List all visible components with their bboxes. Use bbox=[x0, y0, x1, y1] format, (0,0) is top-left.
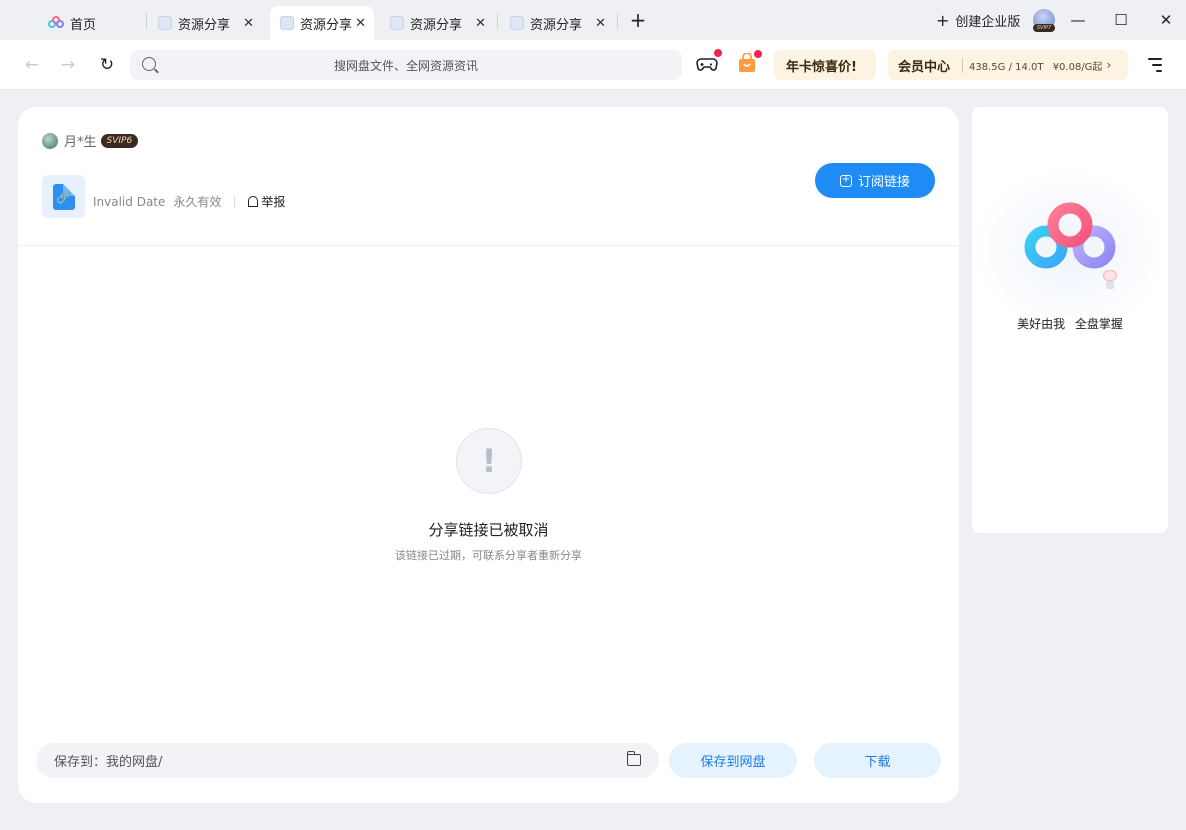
tab-label: 资源分享 bbox=[178, 17, 231, 33]
search-placeholder: 搜网盘文件、全网资源资讯 bbox=[333, 58, 478, 73]
title-bar: 首页 资源分享 ✕ 资源分享 ✕ 资源分享 ✕ 资源分享 ✕ + + 创建企业版… bbox=[0, 0, 1186, 40]
close-icon[interactable]: ✕ bbox=[355, 16, 366, 31]
add-box-icon: + bbox=[839, 173, 852, 187]
tab-resource-share[interactable]: 资源分享 ✕ bbox=[380, 6, 496, 40]
share-date: Invalid Date bbox=[93, 194, 166, 209]
storage-usage: 438.5G / 14.0T bbox=[969, 61, 1044, 73]
error-subtitle: 该链接已过期，可联系分享者重新分享 bbox=[395, 549, 582, 562]
exclamation-icon: ! bbox=[456, 428, 522, 494]
divider bbox=[234, 195, 236, 208]
baidu-netdisk-logo-icon bbox=[1024, 202, 1116, 269]
create-enterprise-label: 创建企业版 bbox=[955, 15, 1021, 30]
search-icon bbox=[142, 57, 156, 71]
refresh-icon[interactable]: ↻ bbox=[96, 54, 118, 76]
report-label: 举报 bbox=[261, 195, 286, 209]
mascot-icon bbox=[1103, 270, 1119, 290]
share-meta: Invalid Date 永久有效 举报 bbox=[93, 193, 285, 210]
save-path-field[interactable]: 保存到：我的网盘/ bbox=[36, 743, 659, 778]
baidu-netdisk-logo-icon bbox=[48, 16, 64, 30]
vip-center-label: 会员中心 bbox=[898, 59, 951, 75]
side-promo-panel: 美好由我 全盘掌握 bbox=[972, 107, 1168, 533]
close-icon[interactable]: ✕ bbox=[243, 16, 254, 31]
user-avatar[interactable]: SVIP7 bbox=[1033, 9, 1055, 32]
owner-name: 月*生 bbox=[64, 135, 97, 150]
close-window-button[interactable]: ✕ bbox=[1154, 8, 1178, 32]
tab-separator bbox=[617, 13, 618, 29]
subscribe-link-button[interactable]: + 订阅链接 bbox=[815, 163, 935, 198]
page-icon bbox=[390, 16, 404, 30]
plus-icon: + bbox=[936, 11, 950, 30]
create-enterprise-button[interactable]: + 创建企业版 bbox=[936, 11, 1020, 30]
folder-icon[interactable] bbox=[626, 751, 641, 766]
owner-avatar bbox=[42, 132, 58, 149]
tab-separator bbox=[497, 13, 498, 29]
save-path-text: 保存到：我的网盘/ bbox=[54, 755, 163, 770]
tab-home[interactable]: 首页 bbox=[38, 6, 146, 40]
search-input[interactable]: 搜网盘文件、全网资源资讯 bbox=[130, 50, 682, 80]
share-link-file-icon: 🔗 bbox=[42, 175, 85, 218]
vip-center-button[interactable]: 会员中心 438.5G / 14.0T ¥0.08/G起 › bbox=[888, 50, 1128, 80]
toolbar: ← → ↻ 搜网盘文件、全网资源资讯 年卡惊喜价! 会员中心 438.5G / … bbox=[0, 40, 1186, 90]
share-detail-card: 月*生 SVIP6 🔗 Invalid Date 永久有效 举报 + 订阅链接 … bbox=[18, 107, 959, 803]
subscribe-label: 订阅链接 bbox=[857, 175, 910, 190]
tab-label: 资源分享 bbox=[530, 17, 583, 33]
forward-arrow-icon[interactable]: → bbox=[57, 54, 79, 76]
annual-card-promo-button[interactable]: 年卡惊喜价! bbox=[774, 50, 876, 80]
tab-label: 首页 bbox=[70, 17, 97, 33]
download-button[interactable]: 下载 bbox=[814, 743, 941, 778]
menu-icon[interactable] bbox=[1148, 58, 1162, 76]
svip-level-badge: SVIP7 bbox=[1033, 24, 1055, 32]
notification-dot bbox=[754, 50, 762, 58]
share-validity: 永久有效 bbox=[173, 195, 222, 209]
report-button[interactable]: 举报 bbox=[248, 193, 285, 210]
share-owner: 月*生 SVIP6 bbox=[42, 131, 139, 150]
storage-price: ¥0.08/G起 bbox=[1052, 61, 1103, 73]
tab-resource-share[interactable]: 资源分享 ✕ bbox=[500, 6, 616, 40]
vip-storage-info: 438.5G / 14.0T ¥0.08/G起 bbox=[962, 57, 1103, 73]
tab-label: 资源分享 bbox=[300, 17, 353, 33]
tab-resource-share-active[interactable]: 资源分享 ✕ bbox=[270, 6, 374, 40]
error-title: 分享链接已被取消 bbox=[428, 521, 549, 539]
maximize-button[interactable]: ☐ bbox=[1109, 8, 1133, 32]
tab-resource-share[interactable]: 资源分享 ✕ bbox=[148, 6, 264, 40]
notification-dot bbox=[714, 49, 722, 57]
page-icon bbox=[280, 16, 294, 30]
save-to-netdisk-button[interactable]: 保存到网盘 bbox=[669, 743, 797, 778]
tab-separator bbox=[146, 13, 147, 29]
close-icon[interactable]: ✕ bbox=[475, 16, 486, 31]
owner-svip-badge: SVIP6 bbox=[100, 133, 139, 148]
side-tagline: 美好由我 全盘掌握 bbox=[1017, 317, 1123, 331]
new-tab-button[interactable]: + bbox=[626, 8, 650, 32]
back-arrow-icon[interactable]: ← bbox=[21, 54, 43, 76]
gamepad-icon[interactable] bbox=[696, 49, 722, 73]
report-icon bbox=[248, 196, 259, 207]
gift-bag-icon[interactable] bbox=[738, 50, 762, 73]
tab-label: 资源分享 bbox=[410, 17, 463, 33]
close-icon[interactable]: ✕ bbox=[595, 16, 606, 31]
page-icon bbox=[158, 16, 172, 30]
chevron-right-icon: › bbox=[1106, 58, 1112, 72]
header-divider bbox=[18, 245, 959, 246]
page-icon bbox=[510, 16, 524, 30]
promo-label: 年卡惊喜价! bbox=[786, 59, 857, 75]
minimize-button[interactable]: — bbox=[1066, 8, 1090, 32]
